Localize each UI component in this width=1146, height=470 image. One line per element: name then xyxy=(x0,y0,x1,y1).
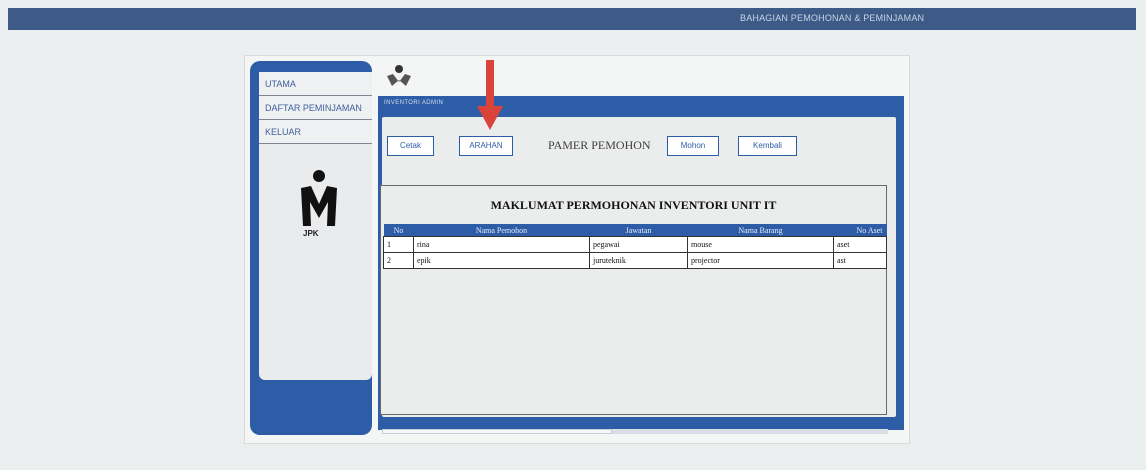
cetak-button[interactable]: Cetak xyxy=(387,136,434,156)
table-cell: 2 xyxy=(383,252,414,269)
column-header: No xyxy=(383,224,414,237)
mohon-button[interactable]: Mohon xyxy=(667,136,719,156)
window-title: BAHAGIAN PEMOHONAN & PEMINJAMAN xyxy=(740,13,925,23)
app-logo-icon xyxy=(387,65,411,86)
arahan-button[interactable]: ARAHAN xyxy=(459,136,513,156)
table-cell: rina xyxy=(413,236,590,253)
table-cell: aset xyxy=(833,236,887,253)
sidebar-item-utama[interactable]: UTAMA xyxy=(259,72,372,96)
scrollbar-thumb[interactable] xyxy=(382,429,612,434)
column-header: Nama Pemohon xyxy=(413,224,590,237)
table-cell: pegawai xyxy=(589,236,688,253)
report-panel xyxy=(380,185,887,415)
table-header-row: No Nama Pemohon Jawatan Nama Barang No A… xyxy=(383,224,887,237)
kembali-button[interactable]: Kembali xyxy=(738,136,797,156)
report-table: No Nama Pemohon Jawatan Nama Barang No A… xyxy=(383,224,887,269)
header-nav-text: INVENTORI ADMIN xyxy=(384,100,444,106)
table-cell: epik xyxy=(413,252,590,269)
table-row[interactable]: 1 rina pegawai mouse aset xyxy=(383,236,887,253)
table-cell: juruteknik xyxy=(589,252,688,269)
top-title-bar: BAHAGIAN PEMOHONAN & PEMINJAMAN xyxy=(8,8,1136,30)
column-header: Nama Barang xyxy=(687,224,834,237)
column-header: No Aset xyxy=(833,224,887,237)
report-title: MAKLUMAT PERMOHONAN INVENTORI UNIT IT xyxy=(490,198,777,212)
jpk-logo-icon xyxy=(301,170,337,226)
table-cell: mouse xyxy=(687,236,834,253)
annotation-arrow-icon xyxy=(477,60,503,130)
column-header: Jawatan xyxy=(589,224,688,237)
header-nav-bar: INVENTORI ADMIN xyxy=(378,96,904,114)
table-cell: ast xyxy=(833,252,887,269)
pamer-pemohon-label: PAMER PEMOHON xyxy=(548,138,651,152)
table-cell: 1 xyxy=(383,236,414,253)
logo-caption: JPK xyxy=(303,229,319,238)
sidebar-item-daftar-peminjaman[interactable]: DAFTAR PEMINJAMAN xyxy=(259,96,372,120)
sidebar-item-keluar[interactable]: KELUAR xyxy=(259,120,372,144)
table-cell: projector xyxy=(687,252,834,269)
table-row[interactable]: 2 epik juruteknik projector ast xyxy=(383,252,887,269)
